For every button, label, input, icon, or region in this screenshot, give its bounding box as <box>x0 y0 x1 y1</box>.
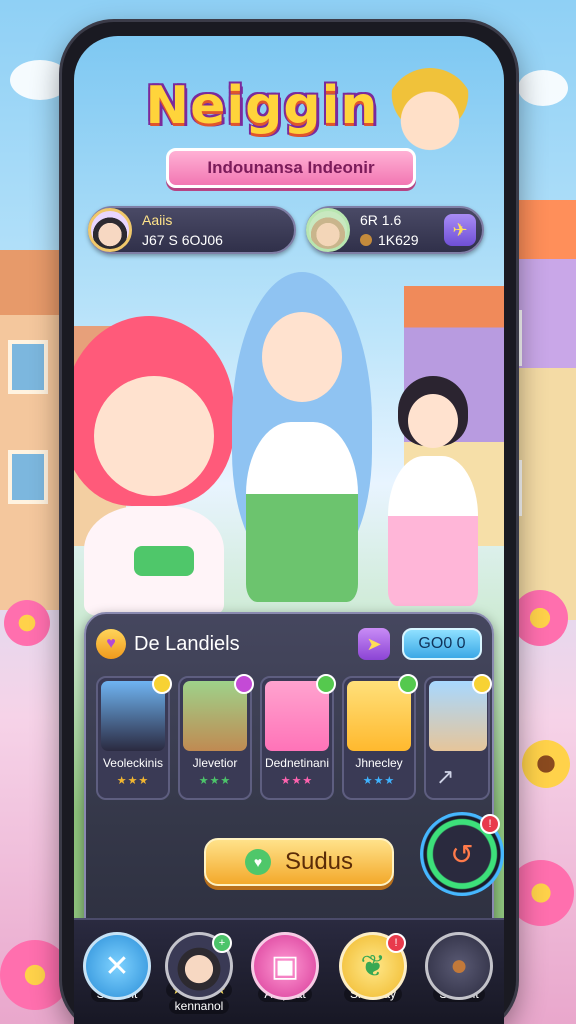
currency-label: 6R 1.6 <box>360 212 402 228</box>
flower <box>0 940 70 1010</box>
currency-stat-bar[interactable]: 6R 1.6 1K629 ✈ <box>306 206 484 254</box>
boy-icon: + <box>165 932 233 1000</box>
elder-avatar[interactable] <box>306 208 350 252</box>
status-badge <box>152 674 172 694</box>
burger-icon: ● <box>425 932 493 1000</box>
cloud <box>10 60 70 100</box>
window <box>8 340 48 394</box>
player-value: J67 S 6OJ06 <box>142 232 223 248</box>
flower <box>4 600 50 646</box>
character-card[interactable]: Dednetinani ★★★ <box>260 674 336 800</box>
sudus-button[interactable]: ♥ Sudus <box>204 838 394 886</box>
send-button[interactable]: ✈ <box>444 214 476 246</box>
bottom-navigation: ✕ Srallont + ★★★★★ kennanol ▣ Aatpoat ❦ … <box>74 918 504 1024</box>
flower <box>512 590 568 646</box>
cross-icon: ✕ <box>83 932 151 1000</box>
calendar-icon: ▣ <box>251 932 319 1000</box>
status-badge <box>234 674 254 694</box>
coin-icon <box>360 234 372 246</box>
phone-frame: Neiggin Indounansa Indeonir Aaiis J67 S … <box>62 22 516 1024</box>
character-card[interactable] <box>424 674 492 800</box>
gold-button[interactable]: GO0 0 <box>402 628 482 660</box>
arrow-icon: ➤ <box>366 633 382 654</box>
leaf-icon: ❦ ! <box>339 932 407 1000</box>
game-screen: Neiggin Indounansa Indeonir Aaiis J67 S … <box>74 36 504 1024</box>
boy-avatar[interactable] <box>88 208 132 252</box>
cloud <box>518 70 568 106</box>
card-name: Veoleckinis <box>102 756 164 770</box>
currency-value: 1K629 <box>378 232 419 248</box>
notification-badge: ! <box>386 933 406 953</box>
flower <box>522 740 570 788</box>
power-ring-button[interactable]: ↺ ! <box>420 812 504 896</box>
window <box>8 450 48 504</box>
card-name: Dednetinani <box>264 756 330 770</box>
character-bluehair[interactable] <box>232 272 372 602</box>
team-panel: ♥ De Landiels ➤ GO0 0 Veoleckinis ★★★ Jl… <box>84 612 504 942</box>
player-stat-bar[interactable]: Aaiis J67 S 6OJ06 <box>88 206 296 254</box>
status-badge <box>316 674 336 694</box>
sudus-label: Sudus <box>284 848 354 875</box>
card-stars: ★★★ <box>362 775 396 787</box>
character-card[interactable]: Jlevetior ★★★ <box>178 674 254 800</box>
card-name: Jlevetior <box>192 756 238 770</box>
next-button[interactable]: ➤ <box>358 628 390 660</box>
card-stars: ★★★ <box>116 775 150 787</box>
heart-icon: ♥ <box>244 849 271 875</box>
status-badge <box>398 674 418 694</box>
card-name: Jhnecley <box>355 756 403 770</box>
nav-label: kennanol <box>168 998 230 1014</box>
nav-item-slaneiay[interactable]: ❦ ! Slaneiay <box>334 932 412 1018</box>
character-card[interactable]: Jhnecley ★★★ <box>342 674 418 800</box>
flower <box>508 860 574 926</box>
mascot-girl <box>386 68 474 156</box>
character-redhead[interactable] <box>74 316 254 616</box>
bow-icon <box>134 546 194 576</box>
swirl-icon: ↺ <box>450 838 474 870</box>
nav-item-sbnant[interactable]: ● SBnant <box>420 932 498 1018</box>
plane-icon: ✈ <box>452 219 468 240</box>
nav-item-aatpoat[interactable]: ▣ Aatpoat <box>246 932 324 1018</box>
card-stars: ★★★ <box>280 775 314 787</box>
nav-item-srallont[interactable]: ✕ Srallont <box>78 932 156 1018</box>
player-name: Aaiis <box>142 212 173 228</box>
character-blackhair[interactable] <box>378 376 488 606</box>
character-card[interactable]: Veoleckinis ★★★ <box>96 674 172 800</box>
diagonal-arrow-icon[interactable]: ↗ <box>436 764 454 790</box>
game-logo: Neiggin <box>145 76 379 136</box>
status-badge <box>472 674 492 694</box>
plus-badge: + <box>212 933 232 953</box>
character-card-list: Veoleckinis ★★★ Jlevetior ★★★ Dednetinan… <box>96 674 492 800</box>
card-stars: ★★★ <box>198 775 232 787</box>
subtitle-banner: Indounansa Indeonir <box>166 148 416 188</box>
nav-item-kennanol[interactable]: + ★★★★★ kennanol <box>160 932 238 1018</box>
team-title: De Landiels <box>134 632 240 655</box>
heart-icon: ♥ <box>96 629 126 659</box>
notification-badge: ! <box>480 814 500 834</box>
